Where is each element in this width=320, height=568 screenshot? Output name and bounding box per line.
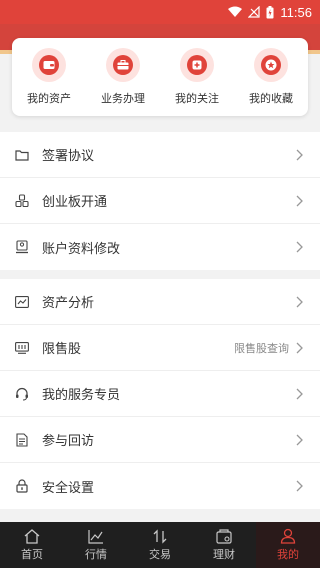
blocks-icon bbox=[14, 193, 30, 209]
home-icon bbox=[24, 528, 40, 544]
quick-action-my-follows[interactable]: 我的关注 bbox=[161, 48, 233, 106]
chevron-right-icon bbox=[296, 195, 303, 206]
list-item-label: 账户资料修改 bbox=[42, 241, 121, 257]
chevron-right-icon bbox=[296, 342, 303, 353]
quick-action-label: 业务办理 bbox=[101, 92, 145, 105]
market-chart-icon bbox=[88, 529, 103, 544]
list-item-return-visit[interactable]: 参与回访 bbox=[0, 417, 320, 463]
chevron-right-icon bbox=[296, 241, 303, 253]
chevron-right-icon bbox=[296, 388, 303, 399]
plus-icon bbox=[180, 48, 214, 82]
quick-action-business[interactable]: 业务办理 bbox=[87, 48, 159, 106]
chevron-right-icon bbox=[296, 149, 303, 160]
tab-home[interactable]: 首页 bbox=[0, 522, 64, 568]
list-item-security-settings[interactable]: 安全设置 bbox=[0, 463, 320, 509]
status-time: 11:56 bbox=[280, 4, 312, 20]
list-item-label: 资产分析 bbox=[42, 296, 95, 311]
restricted-shares-icon bbox=[14, 340, 30, 356]
no-signal-icon bbox=[248, 6, 261, 18]
lock-icon bbox=[14, 478, 30, 494]
status-bar: 11:56 bbox=[0, 0, 320, 24]
list-item-edit-account-info[interactable]: 账户资料修改 bbox=[0, 224, 320, 270]
list-item-label: 安全设置 bbox=[42, 480, 95, 496]
battery-icon bbox=[266, 5, 274, 19]
list-item-label: 我的服务专员 bbox=[42, 388, 121, 403]
wallet-icon bbox=[32, 48, 66, 82]
tab-trade[interactable]: 交易 bbox=[128, 522, 192, 568]
chevron-right-icon bbox=[296, 480, 303, 492]
tab-label: 交易 bbox=[149, 547, 171, 561]
list-item-gem-board[interactable]: 创业板开通 bbox=[0, 178, 320, 224]
tab-mine[interactable]: 我的 bbox=[256, 522, 320, 568]
quick-action-label: 我的收藏 bbox=[249, 92, 293, 105]
edit-profile-icon bbox=[14, 239, 30, 255]
briefcase-icon bbox=[106, 48, 140, 82]
account-services-list: 签署协议 创业板开通 账户资料修改 bbox=[0, 132, 320, 270]
list-item-label: 签署协议 bbox=[42, 149, 95, 164]
tools-list: 资产分析 限售股 限售股查询 我的服务专员 参与回访 安全设置 bbox=[0, 279, 320, 509]
list-item-label: 创业板开通 bbox=[42, 195, 108, 210]
list-item-service-specialist[interactable]: 我的服务专员 bbox=[0, 371, 320, 417]
list-item-asset-analysis[interactable]: 资产分析 bbox=[0, 279, 320, 325]
tab-label: 我的 bbox=[277, 548, 299, 561]
quick-action-my-favorites[interactable]: 我的收藏 bbox=[235, 48, 307, 106]
tab-label: 理财 bbox=[213, 547, 235, 561]
quick-action-label: 我的关注 bbox=[175, 92, 219, 105]
list-item-label: 限售股 bbox=[42, 342, 82, 357]
tab-label: 行情 bbox=[85, 547, 107, 561]
user-icon bbox=[280, 528, 296, 544]
restricted-shares-query-link[interactable]: 限售股查询 bbox=[234, 340, 289, 356]
trade-icon bbox=[153, 528, 167, 544]
star-icon bbox=[254, 48, 288, 82]
headset-icon bbox=[14, 386, 30, 402]
chevron-right-icon bbox=[296, 296, 303, 307]
wifi-icon bbox=[228, 6, 243, 18]
quick-action-my-assets[interactable]: 我的资产 bbox=[13, 48, 85, 106]
tab-finance[interactable]: 理财 bbox=[192, 522, 256, 568]
list-item-restricted-shares[interactable]: 限售股 限售股查询 bbox=[0, 325, 320, 371]
line-chart-icon bbox=[14, 294, 30, 310]
tab-market[interactable]: 行情 bbox=[64, 522, 128, 568]
list-item-label: 参与回访 bbox=[42, 434, 95, 449]
tab-label: 首页 bbox=[21, 547, 43, 561]
finance-icon bbox=[216, 528, 232, 544]
document-icon bbox=[14, 432, 30, 448]
list-item-sign-agreement[interactable]: 签署协议 bbox=[0, 132, 320, 178]
quick-action-label: 我的资产 bbox=[27, 92, 71, 105]
bottom-tab-bar: 首页 行情 交易 理财 我的 bbox=[0, 522, 320, 568]
quick-actions-card: 我的资产 业务办理 我的关注 我的收藏 bbox=[12, 38, 308, 116]
folder-icon bbox=[14, 147, 30, 163]
chevron-right-icon bbox=[296, 434, 303, 445]
